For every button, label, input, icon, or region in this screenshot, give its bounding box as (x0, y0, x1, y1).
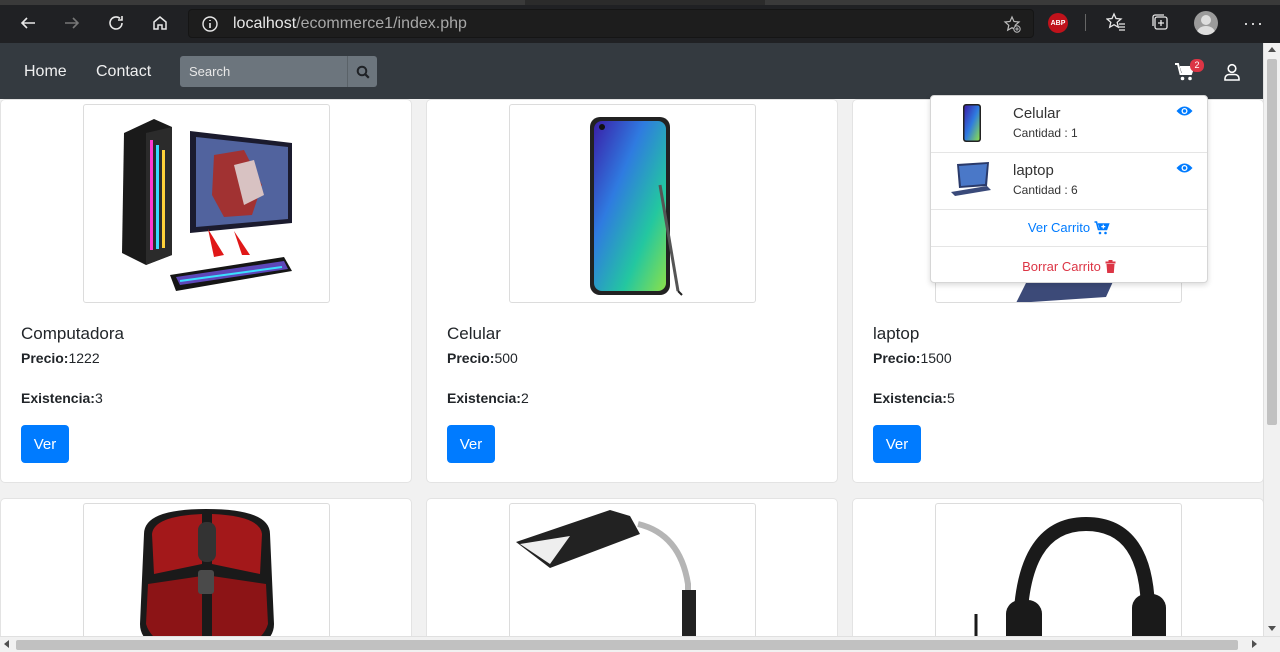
info-icon[interactable] (201, 15, 219, 33)
product-name: Computadora (21, 324, 125, 343)
browser-toolbar: localhost/ecommerce1/index.php ABP ··· (0, 0, 1280, 43)
scroll-down-icon[interactable] (1268, 626, 1276, 631)
product-price: Precio:1222 (21, 350, 100, 366)
product-image-lamp (509, 503, 756, 636)
cart-count-badge: 2 (1190, 59, 1204, 72)
vertical-scroll-thumb[interactable] (1267, 59, 1277, 425)
trash-icon (1105, 259, 1116, 273)
cart-item-name: laptop (1013, 162, 1054, 179)
product-name: laptop (873, 324, 920, 343)
site-navbar: Home Contact 2 (0, 43, 1263, 99)
clear-cart-link[interactable]: Borrar Carrito (931, 247, 1207, 285)
forward-icon[interactable] (57, 8, 87, 38)
product-image-headphones (935, 503, 1182, 636)
product-card: Computadora Precio:1222 Existencia:3 Ver (0, 99, 412, 483)
refresh-icon[interactable] (101, 8, 131, 38)
adblock-icon[interactable]: ABP (1048, 13, 1068, 33)
vertical-scrollbar[interactable] (1263, 43, 1280, 636)
view-product-button[interactable]: Ver (447, 425, 495, 463)
nav-home-link[interactable]: Home (24, 63, 67, 81)
cart-item-quantity: Cantidad : 1 (1013, 126, 1078, 140)
favorites-icon[interactable] (1106, 12, 1126, 32)
scroll-right-icon[interactable] (1252, 640, 1257, 648)
back-icon[interactable] (13, 8, 43, 38)
more-options-icon[interactable]: ··· (1243, 13, 1264, 34)
product-card (852, 498, 1263, 636)
cart-item-name: Celular (1013, 105, 1061, 122)
toolbar-divider (1085, 14, 1086, 31)
scroll-left-icon[interactable] (4, 640, 9, 648)
tab-strip (0, 0, 1280, 5)
search-form (180, 56, 377, 87)
product-card (426, 498, 838, 636)
profile-avatar[interactable] (1194, 11, 1218, 35)
clear-cart-label: Borrar Carrito (1022, 258, 1101, 274)
nav-contact-link[interactable]: Contact (96, 63, 151, 81)
product-stock: Existencia:3 (21, 390, 103, 406)
product-image-mouse (83, 503, 330, 636)
view-item-eye-icon[interactable] (1176, 105, 1193, 117)
product-name: Celular (447, 324, 501, 343)
cart-plus-icon (1094, 220, 1110, 234)
cart-dropdown: Celular Cantidad : 1 laptop Cantidad : 6… (930, 95, 1208, 283)
search-input[interactable] (180, 56, 347, 87)
product-stock: Existencia:5 (873, 390, 955, 406)
product-image-phone (509, 104, 756, 303)
cart-item: laptop Cantidad : 6 (931, 153, 1207, 210)
product-price: Precio:1500 (873, 350, 952, 366)
view-item-eye-icon[interactable] (1176, 162, 1193, 174)
view-cart-link[interactable]: Ver Carrito (931, 209, 1207, 247)
address-bar[interactable]: localhost/ecommerce1/index.php (188, 9, 1034, 38)
add-favorite-icon[interactable] (1003, 15, 1021, 33)
view-product-button[interactable]: Ver (21, 425, 69, 463)
cart-item-thumbnail-phone (963, 104, 981, 142)
product-price: Precio:500 (447, 350, 518, 366)
horizontal-scrollbar[interactable] (0, 636, 1280, 652)
search-button[interactable] (347, 56, 377, 87)
cart-item-quantity: Cantidad : 6 (1013, 183, 1078, 197)
product-stock: Existencia:2 (447, 390, 529, 406)
home-icon[interactable] (145, 8, 175, 38)
horizontal-scroll-thumb[interactable] (16, 640, 1238, 650)
view-cart-label: Ver Carrito (1027, 220, 1091, 235)
scroll-up-icon[interactable] (1268, 47, 1276, 52)
cart-item: Celular Cantidad : 1 (931, 96, 1207, 153)
collections-icon[interactable] (1150, 12, 1170, 32)
cart-item-thumbnail-laptop (951, 162, 991, 196)
product-image-computer (83, 104, 330, 303)
search-icon (356, 65, 370, 79)
product-card: Celular Precio:500 Existencia:2 Ver (426, 99, 838, 483)
product-card (0, 498, 412, 636)
url-text: localhost/ecommerce1/index.php (233, 15, 467, 32)
view-product-button[interactable]: Ver (873, 425, 921, 463)
user-icon[interactable] (1223, 63, 1241, 81)
